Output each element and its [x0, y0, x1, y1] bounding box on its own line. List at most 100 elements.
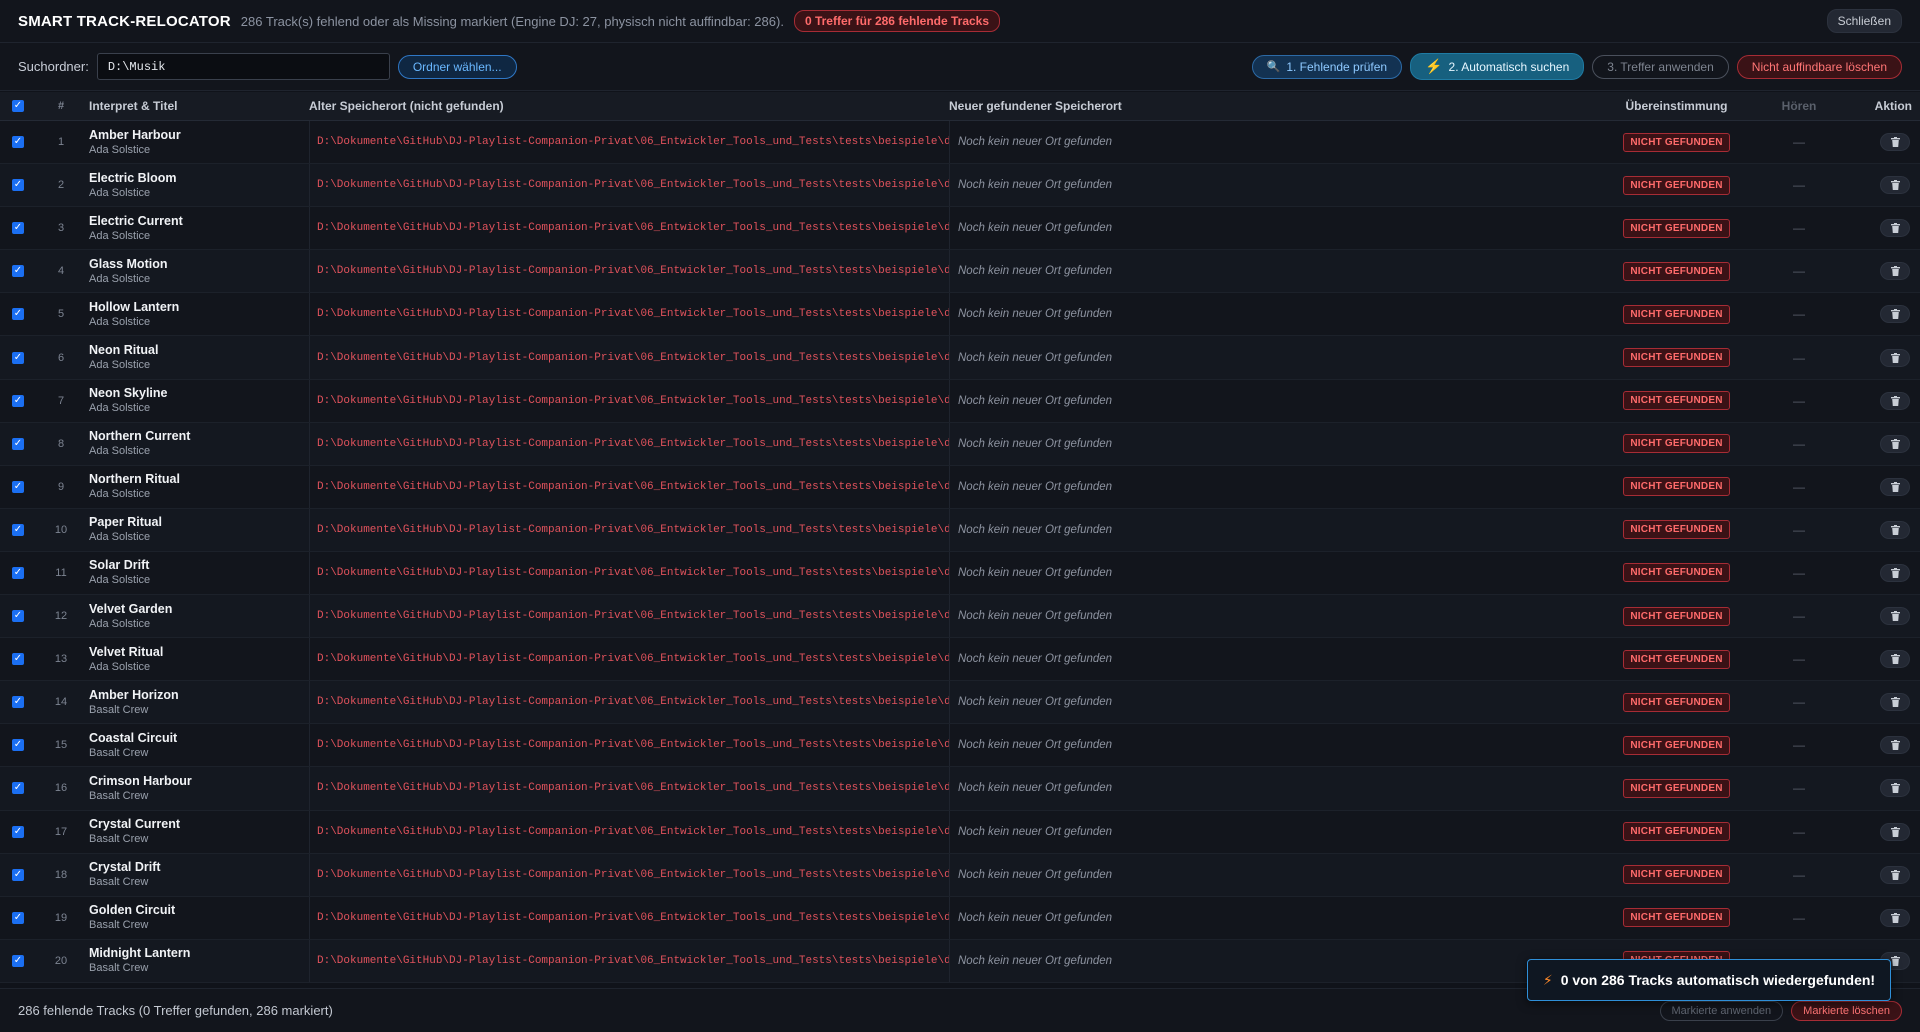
table-row[interactable]: ✓ 6 Neon Ritual Ada Solstice D:\Dokument…: [0, 336, 1920, 380]
track-title: Electric Current: [89, 213, 183, 228]
track-cell: Northern Current Ada Solstice: [86, 429, 309, 458]
search-folder-input[interactable]: [96, 53, 390, 80]
table-row[interactable]: ✓ 16 Crimson Harbour Basalt Crew D:\Doku…: [0, 767, 1920, 811]
delete-row-button[interactable]: [1880, 391, 1910, 410]
table-row[interactable]: ✓ 7 Neon Skyline Ada Solstice D:\Dokumen…: [0, 379, 1920, 423]
action-cell: [1834, 305, 1920, 324]
row-checkbox[interactable]: ✓: [12, 739, 24, 752]
row-number: 14: [54, 696, 68, 709]
table-row[interactable]: ✓ 13 Velvet Ritual Ada Solstice D:\Dokum…: [0, 638, 1920, 682]
delete-row-button[interactable]: [1880, 693, 1910, 712]
row-checkbox[interactable]: ✓: [12, 653, 24, 666]
table-row[interactable]: ✓ 3 Electric Current Ada Solstice D:\Dok…: [0, 207, 1920, 251]
delete-row-button[interactable]: [1880, 650, 1910, 669]
track-cell: Solar Drift Ada Solstice: [86, 558, 309, 587]
table-row[interactable]: ✓ 10 Paper Ritual Ada Solstice D:\Dokume…: [0, 508, 1920, 552]
status-badge: NICHT GEFUNDEN: [1623, 865, 1730, 885]
row-checkbox[interactable]: ✓: [12, 222, 24, 235]
header-action: Aktion: [1874, 99, 1912, 113]
delete-unfindable-button[interactable]: Nicht auffindbare löschen: [1736, 54, 1902, 79]
track-cell: Crimson Harbour Basalt Crew: [86, 774, 309, 803]
row-number: 9: [57, 480, 65, 493]
table-row[interactable]: ✓ 5 Hollow Lantern Ada Solstice D:\Dokum…: [0, 293, 1920, 337]
track-artist: Basalt Crew: [89, 703, 149, 716]
delete-row-button[interactable]: [1880, 736, 1910, 755]
delete-row-button[interactable]: [1880, 908, 1910, 927]
row-checkbox[interactable]: ✓: [12, 480, 24, 493]
match-cell: NICHT GEFUNDEN: [1589, 606, 1764, 626]
delete-row-button[interactable]: [1880, 779, 1910, 798]
status-badge: NICHT GEFUNDEN: [1623, 132, 1730, 152]
row-checkbox[interactable]: ✓: [12, 566, 24, 579]
close-button[interactable]: Schließen: [1826, 9, 1902, 33]
table-row[interactable]: ✓ 4 Glass Motion Ada Solstice D:\Dokumen…: [0, 250, 1920, 294]
row-check-cell: ✓: [0, 265, 36, 278]
table-row[interactable]: ✓ 8 Northern Current Ada Solstice D:\Dok…: [0, 422, 1920, 466]
delete-row-button[interactable]: [1880, 434, 1910, 453]
track-artist: Basalt Crew: [89, 789, 149, 802]
delete-row-button[interactable]: [1880, 865, 1910, 884]
table-row[interactable]: ✓ 19 Golden Circuit Basalt Crew D:\Dokum…: [0, 896, 1920, 940]
old-location-cell: D:\Dokumente\GitHub\DJ-Playlist-Companio…: [309, 939, 949, 982]
match-cell: NICHT GEFUNDEN: [1589, 822, 1764, 842]
trash-icon: [1890, 783, 1900, 794]
delete-row-button[interactable]: [1880, 477, 1910, 496]
new-location-cell: Noch kein neuer Ort gefunden: [949, 767, 1589, 810]
action-cell: [1834, 133, 1920, 152]
row-checkbox[interactable]: ✓: [12, 911, 24, 924]
delete-row-button[interactable]: [1880, 607, 1910, 626]
old-location-cell: D:\Dokumente\GitHub\DJ-Playlist-Companio…: [309, 121, 949, 164]
new-location-placeholder: Noch kein neuer Ort gefunden: [958, 653, 1113, 666]
auto-search-button[interactable]: ⚡ 2. Automatisch suchen: [1410, 53, 1585, 80]
row-checkbox[interactable]: ✓: [12, 308, 24, 321]
table-row[interactable]: ✓ 12 Velvet Garden Ada Solstice D:\Dokum…: [0, 595, 1920, 639]
row-checkbox[interactable]: ✓: [12, 136, 24, 149]
delete-row-button[interactable]: [1880, 305, 1910, 324]
table-row[interactable]: ✓ 18 Crystal Drift Basalt Crew D:\Dokume…: [0, 853, 1920, 897]
delete-row-button[interactable]: [1880, 133, 1910, 152]
track-cell: Crystal Drift Basalt Crew: [86, 860, 309, 889]
row-checkbox[interactable]: ✓: [12, 696, 24, 709]
row-checkbox[interactable]: ✓: [12, 437, 24, 450]
apply-marked-button[interactable]: Markierte anwenden: [1659, 1000, 1784, 1021]
row-checkbox[interactable]: ✓: [12, 179, 24, 192]
trash-icon: [1890, 869, 1900, 880]
table-row[interactable]: ✓ 2 Electric Bloom Ada Solstice D:\Dokum…: [0, 164, 1920, 208]
select-all-checkbox[interactable]: ✓: [12, 100, 24, 112]
row-checkbox[interactable]: ✓: [12, 954, 24, 967]
table-row[interactable]: ✓ 14 Amber Horizon Basalt Crew D:\Dokume…: [0, 681, 1920, 725]
choose-folder-button[interactable]: Ordner wählen...: [397, 54, 517, 79]
table-row[interactable]: ✓ 11 Solar Drift Ada Solstice D:\Dokumen…: [0, 551, 1920, 596]
header-title: Interpret & Titel: [89, 99, 178, 113]
delete-row-button[interactable]: [1880, 262, 1910, 281]
track-cell: Northern Ritual Ada Solstice: [86, 472, 309, 501]
row-checkbox[interactable]: ✓: [12, 351, 24, 364]
apply-hits-button[interactable]: 3. Treffer anwenden: [1592, 54, 1729, 79]
table-row[interactable]: ✓ 15 Coastal Circuit Basalt Crew D:\Doku…: [0, 724, 1920, 768]
delete-row-button[interactable]: [1880, 348, 1910, 367]
table-row[interactable]: ✓ 9 Northern Ritual Ada Solstice D:\Doku…: [0, 465, 1920, 509]
check-missing-button[interactable]: 🔍 1. Fehlende prüfen: [1251, 54, 1403, 79]
row-checkbox[interactable]: ✓: [12, 868, 24, 881]
delete-row-button[interactable]: [1880, 520, 1910, 539]
row-check-cell: ✓: [0, 136, 36, 149]
row-checkbox[interactable]: ✓: [12, 394, 24, 407]
header-new-location-label: Neuer gefundener Speicherort: [949, 99, 1122, 113]
row-checkbox[interactable]: ✓: [12, 610, 24, 623]
listen-placeholder: —: [1793, 135, 1805, 150]
delete-row-button[interactable]: [1880, 563, 1910, 582]
new-location-placeholder: Noch kein neuer Ort gefunden: [958, 136, 1113, 149]
delete-row-button[interactable]: [1880, 176, 1910, 195]
delete-marked-button[interactable]: Markierte löschen: [1791, 1000, 1902, 1021]
row-checkbox[interactable]: ✓: [12, 265, 24, 278]
delete-row-button[interactable]: [1880, 219, 1910, 238]
track-cell: Velvet Ritual Ada Solstice: [86, 645, 309, 674]
track-title: Midnight Lantern: [89, 946, 191, 961]
delete-row-button[interactable]: [1880, 822, 1910, 841]
row-checkbox[interactable]: ✓: [12, 782, 24, 795]
row-checkbox[interactable]: ✓: [12, 825, 24, 838]
row-checkbox[interactable]: ✓: [12, 523, 24, 536]
result-toast: ⚡ 0 von 286 Tracks automatisch wiedergef…: [1527, 959, 1891, 1001]
table-row[interactable]: ✓ 1 Amber Harbour Ada Solstice D:\Dokume…: [0, 121, 1920, 165]
table-row[interactable]: ✓ 17 Crystal Current Basalt Crew D:\Doku…: [0, 810, 1920, 854]
